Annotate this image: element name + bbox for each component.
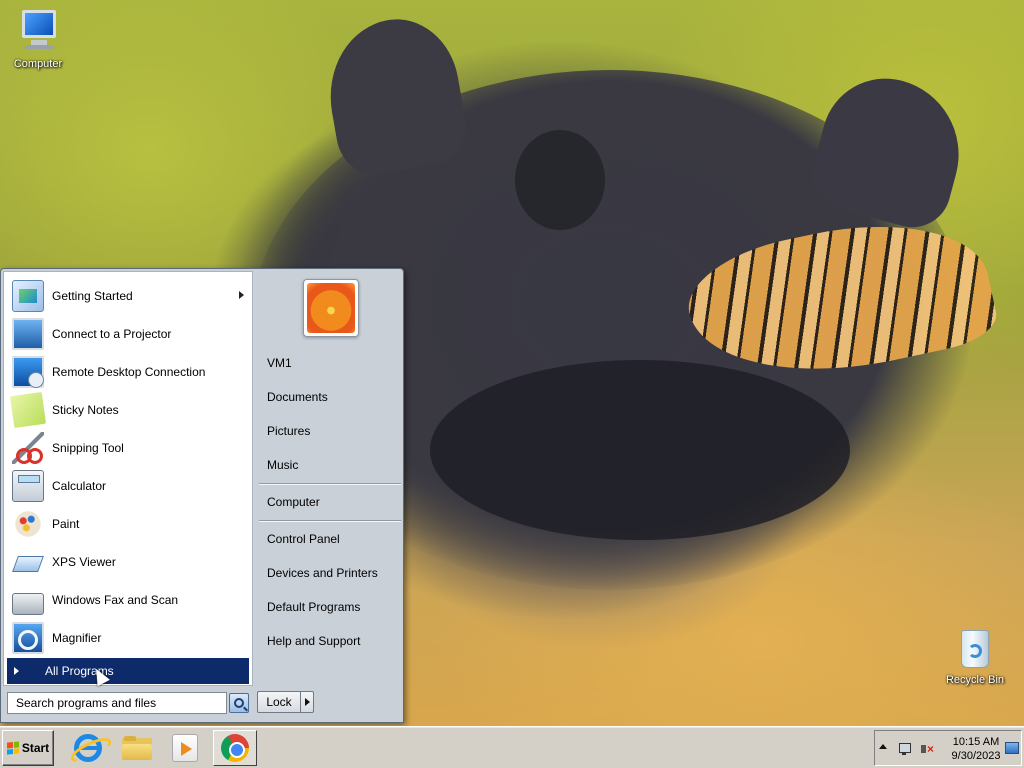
computer-icon <box>16 8 60 54</box>
scissors-icon <box>12 432 44 464</box>
clock[interactable]: 10:15 AM 9/30/2023 <box>943 735 1009 763</box>
clock-time: 10:15 AM <box>952 736 1000 748</box>
projector-icon <box>12 318 44 350</box>
place-pictures[interactable]: Pictures <box>259 419 399 443</box>
recycle-bin-icon <box>957 624 993 670</box>
windows-logo-icon <box>6 741 19 755</box>
program-label: XPS Viewer <box>52 555 116 569</box>
all-programs-button[interactable]: All Programs <box>7 658 249 684</box>
lock-button[interactable]: Lock <box>257 691 301 713</box>
program-xps-viewer[interactable]: XPS Viewer <box>6 544 250 580</box>
getting-started-icon <box>12 280 44 312</box>
place-user-folder[interactable]: VM1 <box>259 351 399 375</box>
flower-picture-icon <box>307 283 355 333</box>
taskbar-internet-explorer[interactable] <box>66 730 110 766</box>
program-label: Sticky Notes <box>52 403 119 417</box>
program-label: Remote Desktop Connection <box>52 365 206 379</box>
place-documents[interactable]: Documents <box>259 385 399 409</box>
remote-desktop-icon <box>12 356 44 388</box>
program-calculator[interactable]: Calculator <box>6 468 250 504</box>
program-fax-scan[interactable]: Windows Fax and Scan <box>6 582 250 618</box>
search-icon <box>234 698 244 708</box>
desktop-icon-recycle-bin[interactable]: Recycle Bin <box>940 624 1010 686</box>
clock-date: 9/30/2023 <box>951 750 1001 762</box>
wallpaper-dog-ear-left <box>317 9 473 181</box>
start-menu-places-pane: VM1 Documents Pictures Music Computer Co… <box>255 271 403 686</box>
show-desktop-button[interactable] <box>1005 742 1019 754</box>
program-connect-projector[interactable]: Connect to a Projector <box>6 316 250 352</box>
program-magnifier[interactable]: Magnifier <box>6 620 250 656</box>
place-computer[interactable]: Computer <box>259 490 399 514</box>
menu-separator <box>259 520 401 522</box>
program-label: Paint <box>52 517 80 531</box>
place-control-panel[interactable]: Control Panel <box>259 527 399 551</box>
taskbar: Start 10:15 AM 9/30/2023 <box>0 726 1024 768</box>
lock-label: Lock <box>266 695 292 709</box>
place-music[interactable]: Music <box>259 453 399 477</box>
place-label: VM1 <box>267 356 292 370</box>
program-label: Snipping Tool <box>52 441 124 455</box>
media-player-icon <box>172 734 198 762</box>
search-placeholder: Search programs and files <box>16 696 157 710</box>
volume-muted-icon[interactable] <box>919 741 935 757</box>
place-help-support[interactable]: Help and Support <box>259 629 399 653</box>
program-getting-started[interactable]: Getting Started <box>6 278 250 314</box>
folder-icon <box>122 736 152 760</box>
program-paint[interactable]: Paint <box>6 506 250 542</box>
submenu-arrow-icon <box>239 291 244 299</box>
place-label: Music <box>267 458 299 472</box>
start-menu: Getting Started Connect to a Projector R… <box>0 268 404 723</box>
program-label: Connect to a Projector <box>52 327 172 341</box>
fax-icon <box>12 593 44 615</box>
wallpaper-dog-mouth <box>430 360 850 540</box>
wallpaper-dog-eye <box>515 130 605 230</box>
taskbar-media-player[interactable] <box>163 730 207 766</box>
notification-area: 10:15 AM 9/30/2023 <box>874 730 1022 766</box>
internet-explorer-icon <box>74 734 102 762</box>
user-avatar[interactable] <box>303 279 359 337</box>
calculator-icon <box>12 470 44 502</box>
program-label: Calculator <box>52 479 107 493</box>
place-label: Default Programs <box>267 600 361 614</box>
search-input[interactable]: Search programs and files <box>7 692 227 714</box>
chrome-icon <box>221 734 249 762</box>
show-hidden-icons-chevron-up-icon[interactable] <box>879 744 887 749</box>
desktop-icon-label: Computer <box>13 58 63 70</box>
network-icon[interactable] <box>897 741 913 757</box>
program-sticky-notes[interactable]: Sticky Notes <box>6 391 250 429</box>
place-label: Help and Support <box>267 634 361 648</box>
program-snipping-tool[interactable]: Snipping Tool <box>6 430 250 466</box>
shutdown-options-button[interactable] <box>300 691 314 713</box>
place-label: Pictures <box>267 424 311 438</box>
program-remote-desktop[interactable]: Remote Desktop Connection <box>6 354 250 390</box>
xps-viewer-icon <box>12 546 44 578</box>
program-label: Getting Started <box>52 289 133 303</box>
start-menu-programs-pane: Getting Started Connect to a Projector R… <box>3 271 253 686</box>
place-devices-printers[interactable]: Devices and Printers <box>259 561 399 585</box>
place-label: Documents <box>267 390 328 404</box>
place-label: Control Panel <box>267 532 340 546</box>
taskbar-windows-explorer[interactable] <box>115 730 159 766</box>
place-label: Computer <box>267 495 320 509</box>
program-label: Magnifier <box>52 631 102 645</box>
expand-arrow-icon <box>14 667 19 675</box>
paint-palette-icon <box>12 508 44 540</box>
sticky-notes-icon <box>9 391 47 429</box>
start-button[interactable]: Start <box>2 730 54 766</box>
chevron-right-icon <box>304 698 310 706</box>
place-label: Devices and Printers <box>267 566 378 580</box>
program-label: Windows Fax and Scan <box>52 593 179 607</box>
taskbar-chrome[interactable] <box>213 730 257 766</box>
menu-separator <box>259 483 401 485</box>
start-label: Start <box>21 741 50 755</box>
place-default-programs[interactable]: Default Programs <box>259 595 399 619</box>
desktop-icon-computer[interactable]: Computer <box>3 8 73 70</box>
search-button[interactable] <box>229 693 249 713</box>
magnifier-icon <box>12 622 44 654</box>
desktop-icon-label: Recycle Bin <box>945 674 1005 686</box>
